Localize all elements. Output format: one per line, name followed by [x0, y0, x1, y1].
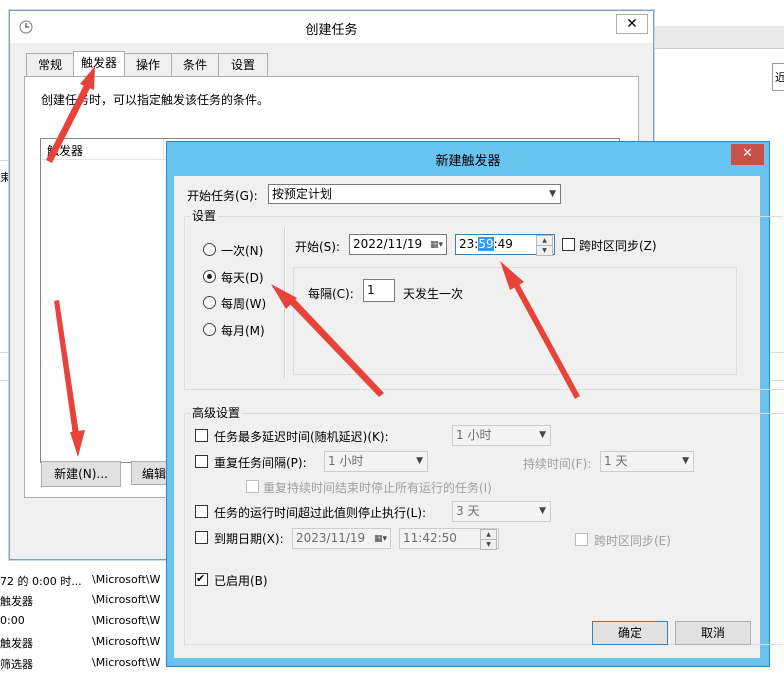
- checkbox-indicator[interactable]: [246, 480, 259, 493]
- expire-date-picker[interactable]: 2023/11/19 ▦▾: [292, 528, 391, 549]
- edit-trigger-button[interactable]: 编辑: [131, 461, 167, 485]
- background-divider: [0, 352, 9, 353]
- stop-long-checkbox[interactable]: 任务的运行时间超过此值则停止执行(L):: [195, 503, 445, 521]
- checkbox-indicator[interactable]: [195, 429, 208, 442]
- start-label: 开始(S):: [295, 240, 341, 254]
- chevron-down-icon: ▼: [416, 456, 423, 466]
- checkbox-indicator[interactable]: ✔: [195, 572, 208, 586]
- tab-actions[interactable]: 操作: [124, 53, 172, 76]
- start-date-picker[interactable]: 2022/11/19 ▦▾: [349, 234, 447, 255]
- radio-daily[interactable]: 每天(D): [203, 267, 278, 285]
- checkmark-icon: ✔: [196, 572, 206, 585]
- close-button[interactable]: ✕: [731, 144, 764, 165]
- column-divider[interactable]: [163, 139, 164, 159]
- column-header-trigger[interactable]: 触发器: [47, 142, 83, 159]
- new-trigger-dialog: 新建触发器 ✕ 开始任务(G): 按预定计划 ▼ 设置 一次(N) 每天(D) …: [166, 141, 783, 667]
- settings-group-label: 设置: [190, 207, 219, 224]
- background-header-strip: [652, 26, 784, 49]
- table-row[interactable]: 72 的 0:00 时... \Microsoft\W: [0, 570, 166, 590]
- checkbox-indicator[interactable]: [195, 505, 208, 518]
- advanced-group-label: 高级设置: [190, 404, 243, 421]
- tab-conditions[interactable]: 条件: [171, 53, 219, 76]
- radio-indicator[interactable]: [203, 296, 216, 309]
- chevron-down-icon: ▼: [682, 456, 689, 466]
- tab-triggers[interactable]: 触发器: [73, 51, 125, 77]
- background-divider: [0, 160, 9, 161]
- start-time-field[interactable]: 23:59:49 ▲ ▼: [455, 234, 555, 256]
- chevron-down-icon: ▼: [539, 506, 546, 516]
- checkbox-indicator[interactable]: [195, 455, 208, 468]
- ok-button[interactable]: 确定: [592, 621, 668, 645]
- enabled-checkbox[interactable]: ✔ 已启用(B): [195, 571, 295, 589]
- recurrence-panel: [293, 267, 737, 375]
- spin-down-icon[interactable]: ▼: [480, 539, 497, 550]
- begin-task-label: 开始任务(G):: [187, 189, 258, 203]
- tab-settings[interactable]: 设置: [218, 53, 268, 76]
- chevron-down-icon: ▼: [549, 189, 556, 199]
- background-task-list: 72 的 0:00 时... \Microsoft\W 触发器 \Microso…: [0, 548, 166, 675]
- calendar-dropdown-icon: ▦▾: [373, 534, 387, 544]
- new-trigger-button[interactable]: 新建(N)...: [41, 461, 121, 487]
- close-button[interactable]: ✕: [616, 14, 648, 34]
- background-divider: [0, 380, 9, 381]
- delay-checkbox[interactable]: 任务最多延迟时间(随机延迟)(K):: [195, 427, 405, 445]
- radio-indicator[interactable]: [203, 243, 216, 256]
- cancel-button[interactable]: 取消: [675, 621, 751, 645]
- table-row[interactable]: 触发器 \Microsoft\W: [0, 632, 166, 652]
- table-row[interactable]: 0:00 \Microsoft\W: [0, 611, 166, 631]
- checkbox-indicator[interactable]: [575, 533, 588, 546]
- begin-task-combo[interactable]: 按预定计划 ▼: [268, 184, 561, 204]
- duration-combo[interactable]: 1 天 ▼: [600, 451, 694, 472]
- every-suffix: 天发生一次: [403, 287, 464, 301]
- new-trigger-client: 开始任务(G): 按预定计划 ▼ 设置 一次(N) 每天(D) 每周(W) 每月…: [174, 176, 783, 658]
- new-trigger-title: 新建触发器: [435, 154, 501, 169]
- repeat-combo[interactable]: 1 小时 ▼: [324, 451, 428, 472]
- close-icon: ✕: [742, 146, 753, 161]
- expire-sync-checkbox[interactable]: 跨时区同步(E): [575, 531, 675, 549]
- repeat-checkbox[interactable]: 重复任务间隔(P):: [195, 453, 320, 471]
- create-task-title: 创建任务: [305, 23, 358, 38]
- expire-checkbox[interactable]: 到期日期(X):: [195, 529, 295, 547]
- radio-once[interactable]: 一次(N): [203, 240, 278, 258]
- delay-combo[interactable]: 1 小时 ▼: [452, 425, 551, 446]
- calendar-dropdown-icon: ▦▾: [429, 240, 443, 250]
- expire-time-field[interactable]: 11:42:50 ▲ ▼: [399, 528, 499, 550]
- settings-divider: [285, 228, 286, 378]
- radio-indicator[interactable]: [203, 323, 216, 336]
- every-days-input[interactable]: 1: [363, 279, 395, 302]
- sync-timezone-checkbox[interactable]: 跨时区同步(Z): [562, 236, 662, 254]
- duration-label: 持续时间(F):: [523, 457, 592, 471]
- every-label: 每隔(C):: [308, 287, 354, 301]
- background-right-button[interactable]: 近: [772, 63, 784, 91]
- close-icon: ✕: [626, 16, 638, 32]
- radio-weekly[interactable]: 每周(W): [203, 293, 278, 311]
- radio-indicator[interactable]: [203, 270, 216, 283]
- stop-long-combo[interactable]: 3 天 ▼: [452, 501, 551, 522]
- start-time-selection: 59: [478, 237, 494, 251]
- table-row[interactable]: 触发器 \Microsoft\W: [0, 590, 166, 610]
- spin-down-icon[interactable]: ▼: [536, 245, 553, 256]
- radio-monthly[interactable]: 每月(M): [203, 320, 278, 338]
- checkbox-indicator[interactable]: [195, 531, 208, 544]
- chevron-down-icon: ▼: [539, 430, 546, 440]
- checkbox-indicator[interactable]: [562, 238, 575, 251]
- triggers-description: 创建任务时，可以指定触发该任务的条件。: [41, 93, 270, 107]
- stop-all-checkbox[interactable]: 重复持续时间结束时停止所有运行的任务(I): [246, 478, 516, 496]
- create-task-titlebar[interactable]: 创建任务 ✕: [10, 11, 653, 43]
- table-row[interactable]: 筛选器 \Microsoft\W: [0, 653, 166, 673]
- tab-general[interactable]: 常规: [26, 53, 74, 76]
